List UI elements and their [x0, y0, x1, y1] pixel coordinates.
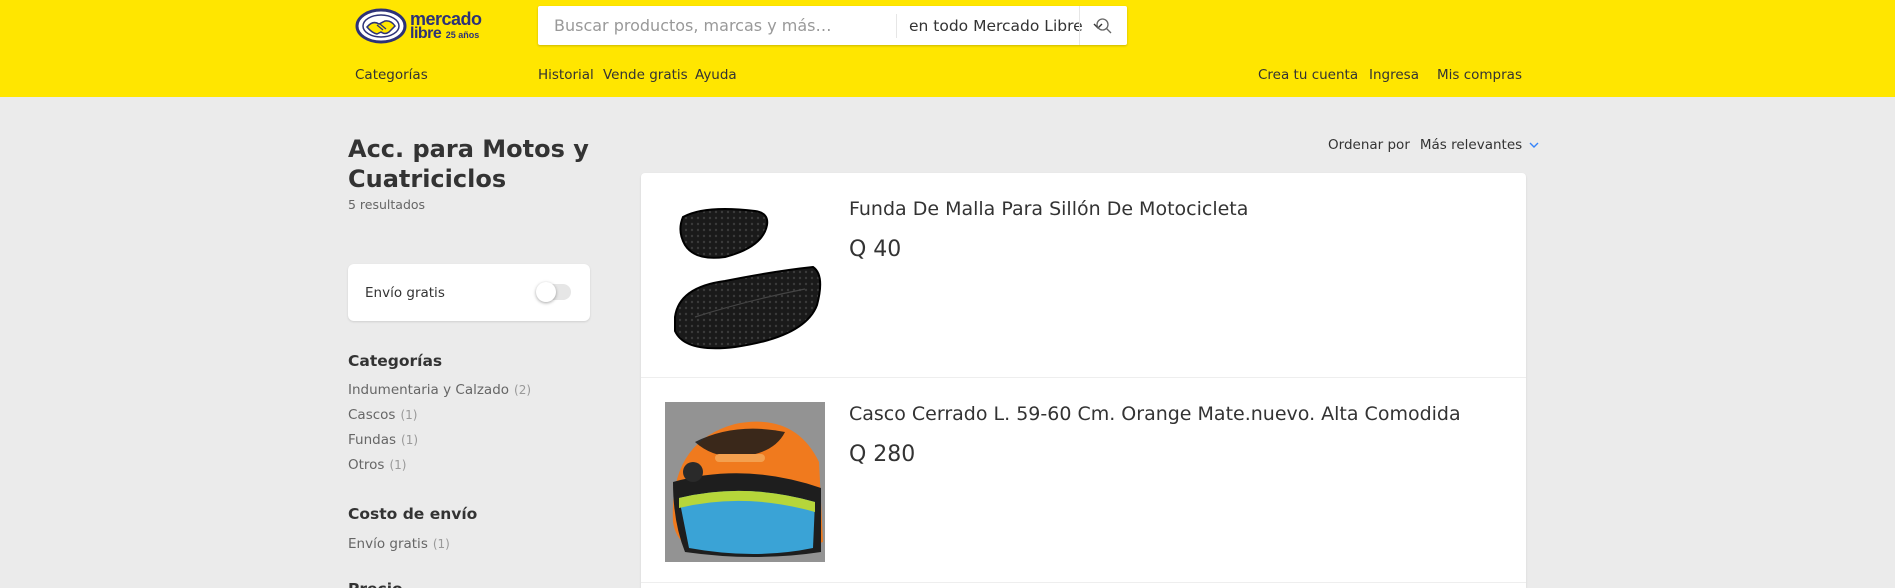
filter-item-label: Fundas — [348, 432, 397, 448]
search-scope-select[interactable]: en todo Mercado Libre — [909, 17, 1104, 35]
search-scope-label: en todo Mercado Libre — [909, 16, 1083, 35]
handshake-icon — [355, 8, 407, 44]
nav-login-label: Ingresa — [1369, 67, 1419, 83]
result-title[interactable]: Casco Cerrado L. 59-60 Cm. Orange Mate.n… — [849, 403, 1461, 425]
filter-item-label: Envío gratis — [348, 536, 428, 552]
sort-control[interactable]: Ordenar por Más relevantes — [1328, 137, 1540, 153]
nav-history-label: Historial — [538, 67, 594, 83]
result-price: Q 280 — [849, 442, 916, 467]
nav-sell[interactable]: Vende gratis — [603, 67, 688, 83]
nav-my-purchases[interactable]: Mis compras — [1437, 67, 1522, 83]
search-bar: en todo Mercado Libre — [538, 6, 1127, 45]
filter-item-label: Otros — [348, 457, 385, 473]
seat-cover-image[interactable] — [665, 197, 825, 357]
nav-sell-label: Vende gratis — [603, 67, 688, 83]
nav-my-purchases-label: Mis compras — [1437, 67, 1522, 83]
filter-item-qty: (1) — [389, 458, 407, 472]
filter-item-fundas[interactable]: Fundas (1) — [348, 432, 418, 448]
result-price: Q 40 — [849, 237, 902, 262]
nav-login[interactable]: Ingresa — [1369, 67, 1419, 83]
filter-item-qty: (1) — [432, 537, 450, 551]
result-item[interactable]: Casco Cerrado L. 59-60 Cm. Orange Mate.n… — [641, 378, 1526, 583]
nav-categories[interactable]: Categorías — [355, 67, 428, 83]
logo-line2: libre — [410, 24, 442, 42]
result-item[interactable]: Funda De Malla Para Sillón De Motociclet… — [641, 173, 1526, 378]
free-shipping-filter-card: Envío gratis — [348, 264, 590, 321]
results-count: 5 resultados — [348, 197, 426, 212]
free-shipping-label: Envío gratis — [365, 285, 445, 301]
nav-create-account[interactable]: Crea tu cuenta — [1258, 67, 1358, 83]
filter-item-indumentaria[interactable]: Indumentaria y Calzado (2) — [348, 382, 531, 398]
filter-item-label: Cascos — [348, 407, 396, 423]
logo-wordmark: mercado libre 25 años — [410, 10, 482, 42]
toggle-knob — [536, 282, 556, 302]
search-divider — [896, 13, 897, 38]
filter-item-cascos[interactable]: Cascos (1) — [348, 407, 417, 423]
nav-help[interactable]: Ayuda — [695, 67, 737, 83]
filter-title-price: Precio — [348, 580, 403, 588]
results-list: Funda De Malla Para Sillón De Motociclet… — [641, 173, 1526, 588]
nav-categories-label: Categorías — [355, 67, 428, 83]
logo-anniversary: 25 años — [445, 29, 480, 40]
filter-item-otros[interactable]: Otros (1) — [348, 457, 406, 473]
helmet-image[interactable] — [665, 402, 825, 562]
filter-item-label: Indumentaria y Calzado — [348, 382, 510, 398]
search-button[interactable] — [1079, 6, 1127, 45]
search-input[interactable] — [554, 16, 884, 35]
search-icon — [1095, 17, 1111, 33]
sort-label: Ordenar por — [1328, 137, 1410, 153]
page-title: Acc. para Motos y Cuatriciclos — [348, 135, 589, 193]
nav-create-account-label: Crea tu cuenta — [1258, 67, 1359, 83]
nav-help-label: Ayuda — [695, 67, 737, 83]
free-shipping-toggle[interactable] — [536, 282, 571, 302]
filter-title-shipping-cost: Costo de envío — [348, 505, 478, 523]
filter-title-categories: Categorías — [348, 352, 443, 370]
filter-item-qty: (2) — [514, 383, 532, 397]
sort-value: Más relevantes — [1419, 137, 1523, 153]
chevron-down-icon — [1529, 142, 1539, 148]
nav-history[interactable]: Historial — [538, 67, 594, 83]
filter-item-qty: (1) — [401, 433, 419, 447]
result-title[interactable]: Funda De Malla Para Sillón De Motociclet… — [849, 198, 1248, 220]
filter-item-free-shipping[interactable]: Envío gratis (1) — [348, 536, 450, 552]
filter-item-qty: (1) — [400, 408, 418, 422]
header-bar: mercado libre 25 años en todo Mercado Li… — [0, 0, 1895, 97]
mercadolibre-logo[interactable]: mercado libre 25 años — [355, 6, 500, 46]
